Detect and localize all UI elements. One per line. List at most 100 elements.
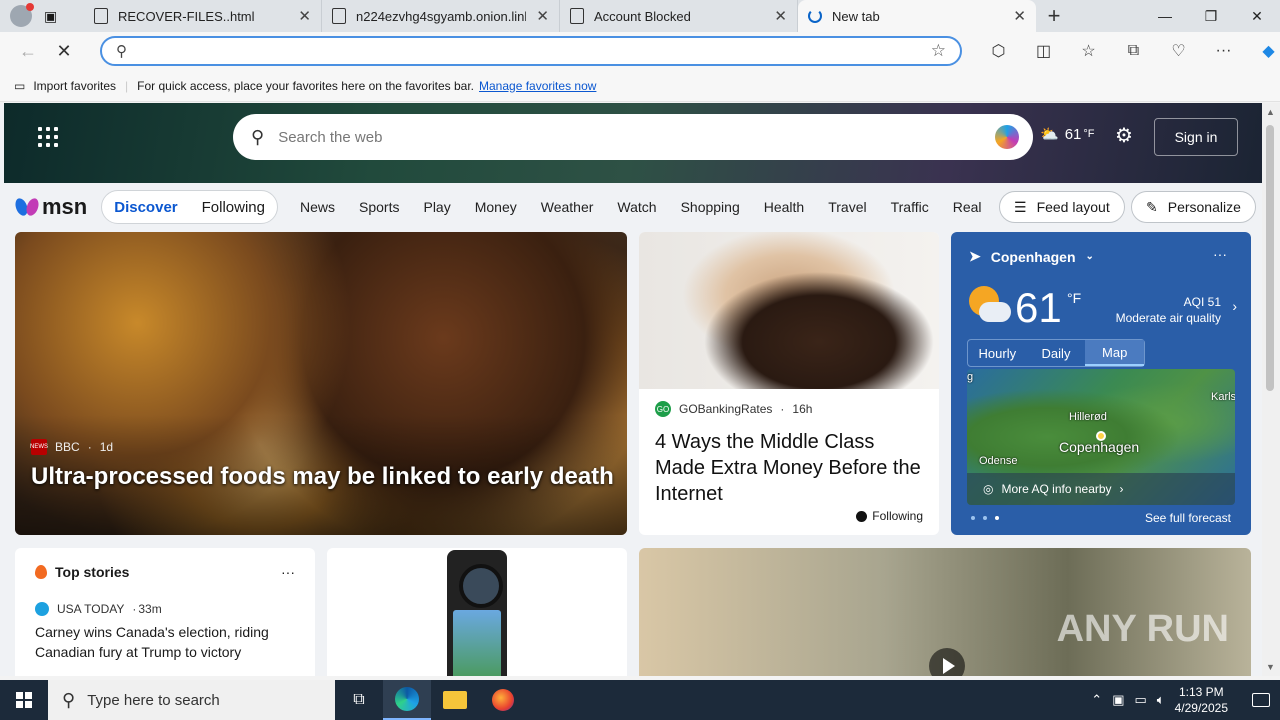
start-button[interactable] <box>0 680 48 720</box>
category-sports[interactable]: Sports <box>359 199 399 215</box>
edge-taskbar-icon[interactable] <box>383 680 431 720</box>
tab-onion-link[interactable]: n224ezvhg4sgyamb.onion.link ✕ <box>322 0 560 32</box>
partly-cloudy-icon <box>967 284 1011 328</box>
play-icon[interactable] <box>929 648 965 676</box>
scrollbar-thumb[interactable] <box>1266 125 1274 391</box>
firefox-taskbar-icon[interactable] <box>479 680 527 720</box>
category-weather[interactable]: Weather <box>541 199 594 215</box>
favorite-star-icon[interactable]: ☆ <box>931 41 946 61</box>
weather-unit: °F <box>1067 290 1082 306</box>
story-headline[interactable]: Carney wins Canada's election, riding Ca… <box>35 622 295 662</box>
weather-location[interactable]: ➤ Copenhagen ⌄ <box>969 248 1094 265</box>
copilot-search-icon[interactable] <box>995 125 1019 149</box>
close-icon[interactable]: ✕ <box>298 7 311 25</box>
more-menu-icon[interactable]: ··· <box>1201 42 1246 60</box>
profile-avatar[interactable] <box>10 3 34 27</box>
video-story-card[interactable]: ANY RUN <box>639 548 1251 676</box>
settings-gear-icon[interactable]: ⚙ <box>1115 123 1133 148</box>
category-travel[interactable]: Travel <box>828 199 866 215</box>
location-arrow-icon: ➤ <box>969 248 981 264</box>
category-shopping[interactable]: Shopping <box>681 199 740 215</box>
device-icon[interactable]: ▣ <box>1112 692 1124 708</box>
volume-icon[interactable]: 🔈︎ <box>1157 692 1165 708</box>
carousel-dots[interactable] <box>971 511 999 525</box>
category-news[interactable]: News <box>300 199 335 215</box>
firefox-icon <box>492 689 514 711</box>
stop-button[interactable]: ✕ <box>46 33 82 69</box>
scroll-down-icon[interactable]: ▼ <box>1266 662 1275 672</box>
page-scrollbar[interactable]: ▲ ▼ <box>1262 103 1280 676</box>
tab-discover[interactable]: Discover <box>114 199 177 216</box>
story-source: GO GOBankingRates · 16h <box>655 401 923 417</box>
search-icon: ⚲ <box>62 689 76 710</box>
close-window-button[interactable]: ✕ <box>1234 0 1280 32</box>
category-health[interactable]: Health <box>764 199 804 215</box>
gobankingrates-logo-icon: GO <box>655 401 671 417</box>
restore-button[interactable]: ❐ <box>1188 0 1234 32</box>
tab-actions-icon[interactable]: ▣ <box>44 8 57 25</box>
weather-map[interactable]: g Karls Hillerød Odense Copenhagen ◎ Mor… <box>967 369 1235 505</box>
story-card-money[interactable]: GO GOBankingRates · 16h 4 Ways the Middl… <box>639 232 939 535</box>
map-label-karls: Karls <box>1211 391 1235 403</box>
notifications-icon[interactable] <box>1252 693 1270 707</box>
close-icon[interactable]: ✕ <box>1013 7 1026 25</box>
chevron-right-icon[interactable]: › <box>1232 298 1237 314</box>
sign-in-button[interactable]: Sign in <box>1154 118 1238 156</box>
story-image <box>639 232 939 389</box>
back-button[interactable]: ← <box>10 33 46 69</box>
system-clock[interactable]: 1:13 PM 4/29/2025 <box>1175 684 1228 716</box>
header-weather[interactable]: ⛅ 61 °F <box>1040 125 1095 144</box>
feed-layout-button[interactable]: ☰ Feed layout <box>999 191 1125 223</box>
favorites-icon[interactable]: ☆ <box>1066 41 1111 61</box>
network-icon[interactable]: ▭ <box>1135 692 1147 708</box>
tab-recover-files[interactable]: RECOVER-FILES..html ✕ <box>84 0 322 32</box>
category-real-estate[interactable]: Real E <box>953 199 984 215</box>
chevron-up-icon[interactable]: ⌃ <box>1091 692 1102 708</box>
more-options-icon[interactable]: ··· <box>1213 246 1227 262</box>
extensions-icon[interactable]: ⬡ <box>976 41 1021 61</box>
import-favorites-button[interactable]: Import favorites <box>33 79 116 93</box>
web-search-box[interactable]: ⚲ Search the web <box>233 114 1033 160</box>
tab-title: RECOVER-FILES..html <box>118 8 255 24</box>
story-headline[interactable]: 4 Ways the Middle Class Made Extra Money… <box>655 429 923 507</box>
close-icon[interactable]: ✕ <box>536 7 549 25</box>
manage-favorites-link[interactable]: Manage favorites now <box>479 79 596 93</box>
split-screen-icon[interactable]: ◫ <box>1021 41 1066 61</box>
hero-story-card[interactable]: NEWS BBC · 1d Ultra-processed foods may … <box>15 232 627 535</box>
new-tab-button[interactable]: + <box>1036 0 1072 32</box>
tab-strip-left: ▣ <box>0 0 84 32</box>
browser-essentials-icon[interactable]: ♡ <box>1156 41 1201 61</box>
copilot-icon[interactable]: ◆ <box>1246 41 1280 61</box>
favorites-message: For quick access, place your favorites h… <box>137 78 475 93</box>
task-view-icon[interactable]: ⧉ <box>335 680 383 720</box>
category-traffic[interactable]: Traffic <box>891 199 929 215</box>
category-watch[interactable]: Watch <box>617 199 656 215</box>
address-input[interactable] <box>137 43 931 59</box>
tab-map[interactable]: Map <box>1085 340 1145 366</box>
more-aq-link[interactable]: ◎ More AQ info nearby › <box>967 473 1235 505</box>
msn-logo[interactable]: msn <box>16 194 87 220</box>
file-explorer-taskbar-icon[interactable] <box>431 680 479 720</box>
personalize-button[interactable]: ✎ Personalize <box>1131 191 1256 223</box>
following-badge[interactable]: Following <box>856 509 923 523</box>
hero-headline[interactable]: Ultra-processed foods may be linked to e… <box>31 463 614 491</box>
tab-following[interactable]: Following <box>202 199 265 216</box>
camera-ad-card[interactable] <box>327 548 627 676</box>
source-separator: · <box>87 440 92 454</box>
address-bar[interactable]: ⚲ ☆ <box>100 36 962 66</box>
tab-daily[interactable]: Daily <box>1027 340 1086 366</box>
app-launcher-icon[interactable] <box>38 127 58 147</box>
aqi-info[interactable]: AQI 51 Moderate air quality <box>1116 294 1221 326</box>
taskbar-search[interactable]: ⚲ Type here to search <box>48 680 335 720</box>
see-forecast-link[interactable]: See full forecast <box>1145 511 1231 525</box>
collections-icon[interactable]: ⧉ <box>1111 42 1156 60</box>
tab-hourly[interactable]: Hourly <box>968 340 1027 366</box>
minimize-button[interactable]: — <box>1142 0 1188 32</box>
category-money[interactable]: Money <box>475 199 517 215</box>
category-play[interactable]: Play <box>423 199 450 215</box>
more-options-icon[interactable]: ··· <box>281 564 295 580</box>
tab-new-tab[interactable]: New tab ✕ <box>798 0 1036 32</box>
close-icon[interactable]: ✕ <box>774 7 787 25</box>
scroll-up-icon[interactable]: ▲ <box>1266 107 1275 117</box>
tab-account-blocked[interactable]: Account Blocked ✕ <box>560 0 798 32</box>
